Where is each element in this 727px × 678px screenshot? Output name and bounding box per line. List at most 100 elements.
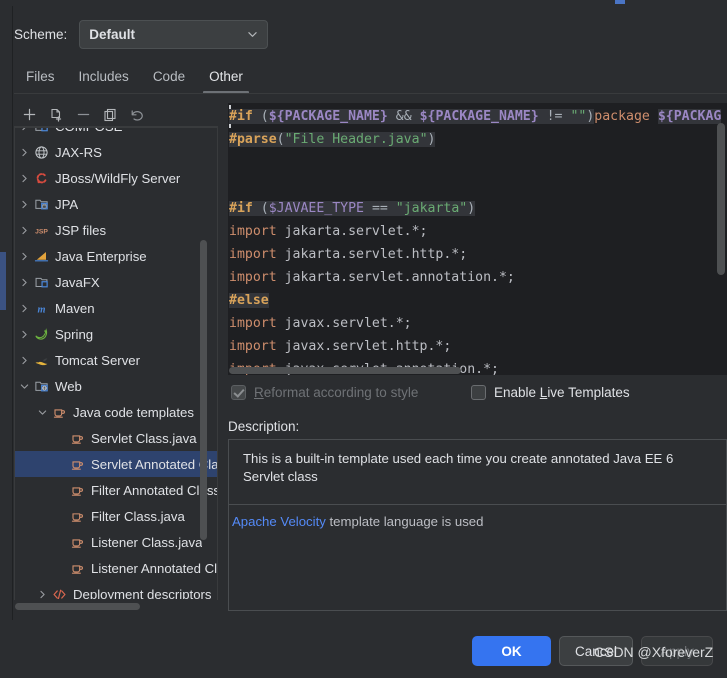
folder-blue-icon: [32, 127, 50, 134]
tree-item-listener-class-java[interactable]: Listener Class.java: [14, 529, 218, 555]
chevron-right-icon[interactable]: [16, 200, 32, 209]
chevron-down-icon: [248, 30, 257, 39]
tree-item-label: COMPOSE: [55, 127, 122, 134]
tree-item-listener-annotated-class-java[interactable]: Listener Annotated Class.java: [14, 555, 218, 581]
scheme-label: Scheme:: [14, 27, 68, 42]
chevron-right-icon[interactable]: [16, 356, 32, 365]
code-token: ): [467, 201, 476, 216]
plus-icon[interactable]: [17, 104, 41, 126]
cancel-button[interactable]: Cancel: [559, 636, 633, 666]
left-edge-scroll-thumb[interactable]: [0, 252, 6, 310]
tree-item-compose[interactable]: COMPOSE: [14, 127, 218, 139]
scheme-combobox[interactable]: Default: [79, 20, 269, 49]
editor-vertical-scroll-thumb[interactable]: [717, 123, 725, 275]
reformat-label-mnemonic: R: [254, 385, 264, 400]
code-token: import: [229, 224, 285, 239]
description-box: This is a built-in template used each ti…: [228, 439, 727, 611]
chevron-right-icon[interactable]: [16, 148, 32, 157]
tree-item-filter-class-java[interactable]: Filter Class.java: [14, 503, 218, 529]
chevron-right-icon[interactable]: [34, 590, 50, 599]
chevron-right-icon[interactable]: [16, 252, 32, 261]
enable-live-templates-checkbox[interactable]: Enable Live Templates: [471, 385, 630, 400]
duplicate-icon[interactable]: [98, 104, 122, 126]
code-token: ): [427, 132, 436, 147]
tab-includes[interactable]: Includes: [67, 63, 141, 91]
jsp-icon: JSP: [32, 223, 50, 238]
description-separator: [229, 504, 726, 505]
minus-icon[interactable]: [71, 104, 95, 126]
tree-item-java-enterprise[interactable]: Java Enterprise: [14, 243, 218, 269]
jboss-icon: [32, 171, 50, 186]
tree-item-jboss-wildfly-server[interactable]: JBoss/WildFly Server: [14, 165, 218, 191]
tree-item-servlet-class-java[interactable]: Servlet Class.java: [14, 425, 218, 451]
apply-button[interactable]: Apply: [641, 636, 713, 666]
maven-icon: m: [32, 301, 50, 316]
code-token: #if: [229, 109, 261, 124]
chevron-right-icon[interactable]: [16, 278, 32, 287]
tree-item-web[interactable]: Web: [14, 373, 218, 399]
template-code-editor[interactable]: #if (${PACKAGE_NAME} && ${PACKAGE_NAME} …: [228, 103, 727, 375]
tree-item-deployment-descriptors[interactable]: Deployment descriptors: [14, 581, 218, 599]
chevron-down-icon[interactable]: [34, 408, 50, 417]
tree-item-label: Web: [55, 378, 82, 394]
tree-item-label: Tomcat Server: [55, 352, 141, 368]
copy-file-icon[interactable]: [44, 104, 68, 126]
ok-button[interactable]: OK: [472, 636, 551, 666]
tree-item-label: JBoss/WildFly Server: [55, 170, 181, 186]
code-token: (: [260, 201, 269, 216]
tree-item-tomcat-server[interactable]: Tomcat Server: [14, 347, 218, 373]
partial-tab-artifact: [615, 0, 625, 4]
tomcat-icon: [32, 353, 50, 368]
tree-item-label: JavaFX: [55, 274, 100, 290]
code-token: jakarta.servlet.annotation.*;: [284, 270, 515, 285]
tree-item-label: Filter Annotated Class.java: [91, 482, 218, 498]
tab-code[interactable]: Code: [141, 63, 197, 91]
checkbox-box-live-templates[interactable]: [471, 385, 486, 400]
reformat-label: Reformat according to style: [254, 385, 418, 400]
apache-velocity-link[interactable]: Apache Velocity: [232, 514, 326, 529]
tree-vertical-scroll-thumb[interactable]: [200, 240, 207, 540]
chevron-right-icon[interactable]: [16, 226, 32, 235]
code-token: import: [229, 316, 285, 331]
tab-bar-underline: [14, 93, 727, 94]
left-edge-column: [0, 6, 9, 678]
chevron-down-icon[interactable]: [16, 382, 32, 391]
tree-item-filter-annotated-class-java[interactable]: Filter Annotated Class.java: [14, 477, 218, 503]
code-line: #parse("File Header.java"): [229, 128, 721, 151]
tree-item-label: Listener Class.java: [91, 534, 203, 550]
jpa-icon: [32, 197, 50, 212]
code-line: #else: [229, 289, 721, 312]
tab-files[interactable]: Files: [14, 63, 67, 91]
java-cup-icon: [68, 561, 86, 576]
tree-item-spring[interactable]: Spring: [14, 321, 218, 347]
template-tree-items: COMPOSEJAX-RSJBoss/WildFly ServerJPAJSPJ…: [14, 127, 218, 599]
tree-item-javafx[interactable]: JavaFX: [14, 269, 218, 295]
tree-toolbar: [14, 103, 218, 127]
template-tree[interactable]: COMPOSEJAX-RSJBoss/WildFly ServerJPAJSPJ…: [14, 127, 218, 611]
chevron-right-icon[interactable]: [16, 127, 32, 131]
code-token: "": [570, 109, 587, 124]
tree-item-label: Servlet Class.java: [91, 430, 197, 446]
tree-item-jax-rs[interactable]: JAX-RS: [14, 139, 218, 165]
tree-item-java-code-templates[interactable]: Java code templates: [14, 399, 218, 425]
live-templates-label-post: ive Templates: [547, 385, 630, 400]
editor-horizontal-scroll-thumb[interactable]: [229, 367, 461, 374]
tree-item-jsp-files[interactable]: JSP JSP files: [14, 217, 218, 243]
tree-horizontal-scroll-thumb[interactable]: [15, 603, 140, 610]
chevron-right-icon[interactable]: [16, 330, 32, 339]
code-line: #if ($JAVAEE_TYPE == "jakarta"): [229, 197, 721, 220]
tree-item-label: Maven: [55, 300, 95, 316]
chevron-right-icon[interactable]: [16, 304, 32, 313]
chevron-right-icon[interactable]: [16, 174, 32, 183]
tree-item-jpa[interactable]: JPA: [14, 191, 218, 217]
description-note: Apache Velocity template language is use…: [232, 514, 483, 529]
undo-icon[interactable]: [125, 104, 149, 126]
tree-item-label: Java code templates: [73, 404, 194, 420]
tree-item-servlet-annotated-class-java[interactable]: Servlet Annotated Class.java: [14, 451, 218, 477]
tab-other[interactable]: Other: [197, 63, 255, 94]
tree-item-label: Deployment descriptors: [73, 586, 212, 600]
code-line: #if (${PACKAGE_NAME} && ${PACKAGE_NAME} …: [229, 105, 722, 128]
code-token: (: [260, 109, 269, 124]
tree-item-maven[interactable]: m Maven: [14, 295, 218, 321]
